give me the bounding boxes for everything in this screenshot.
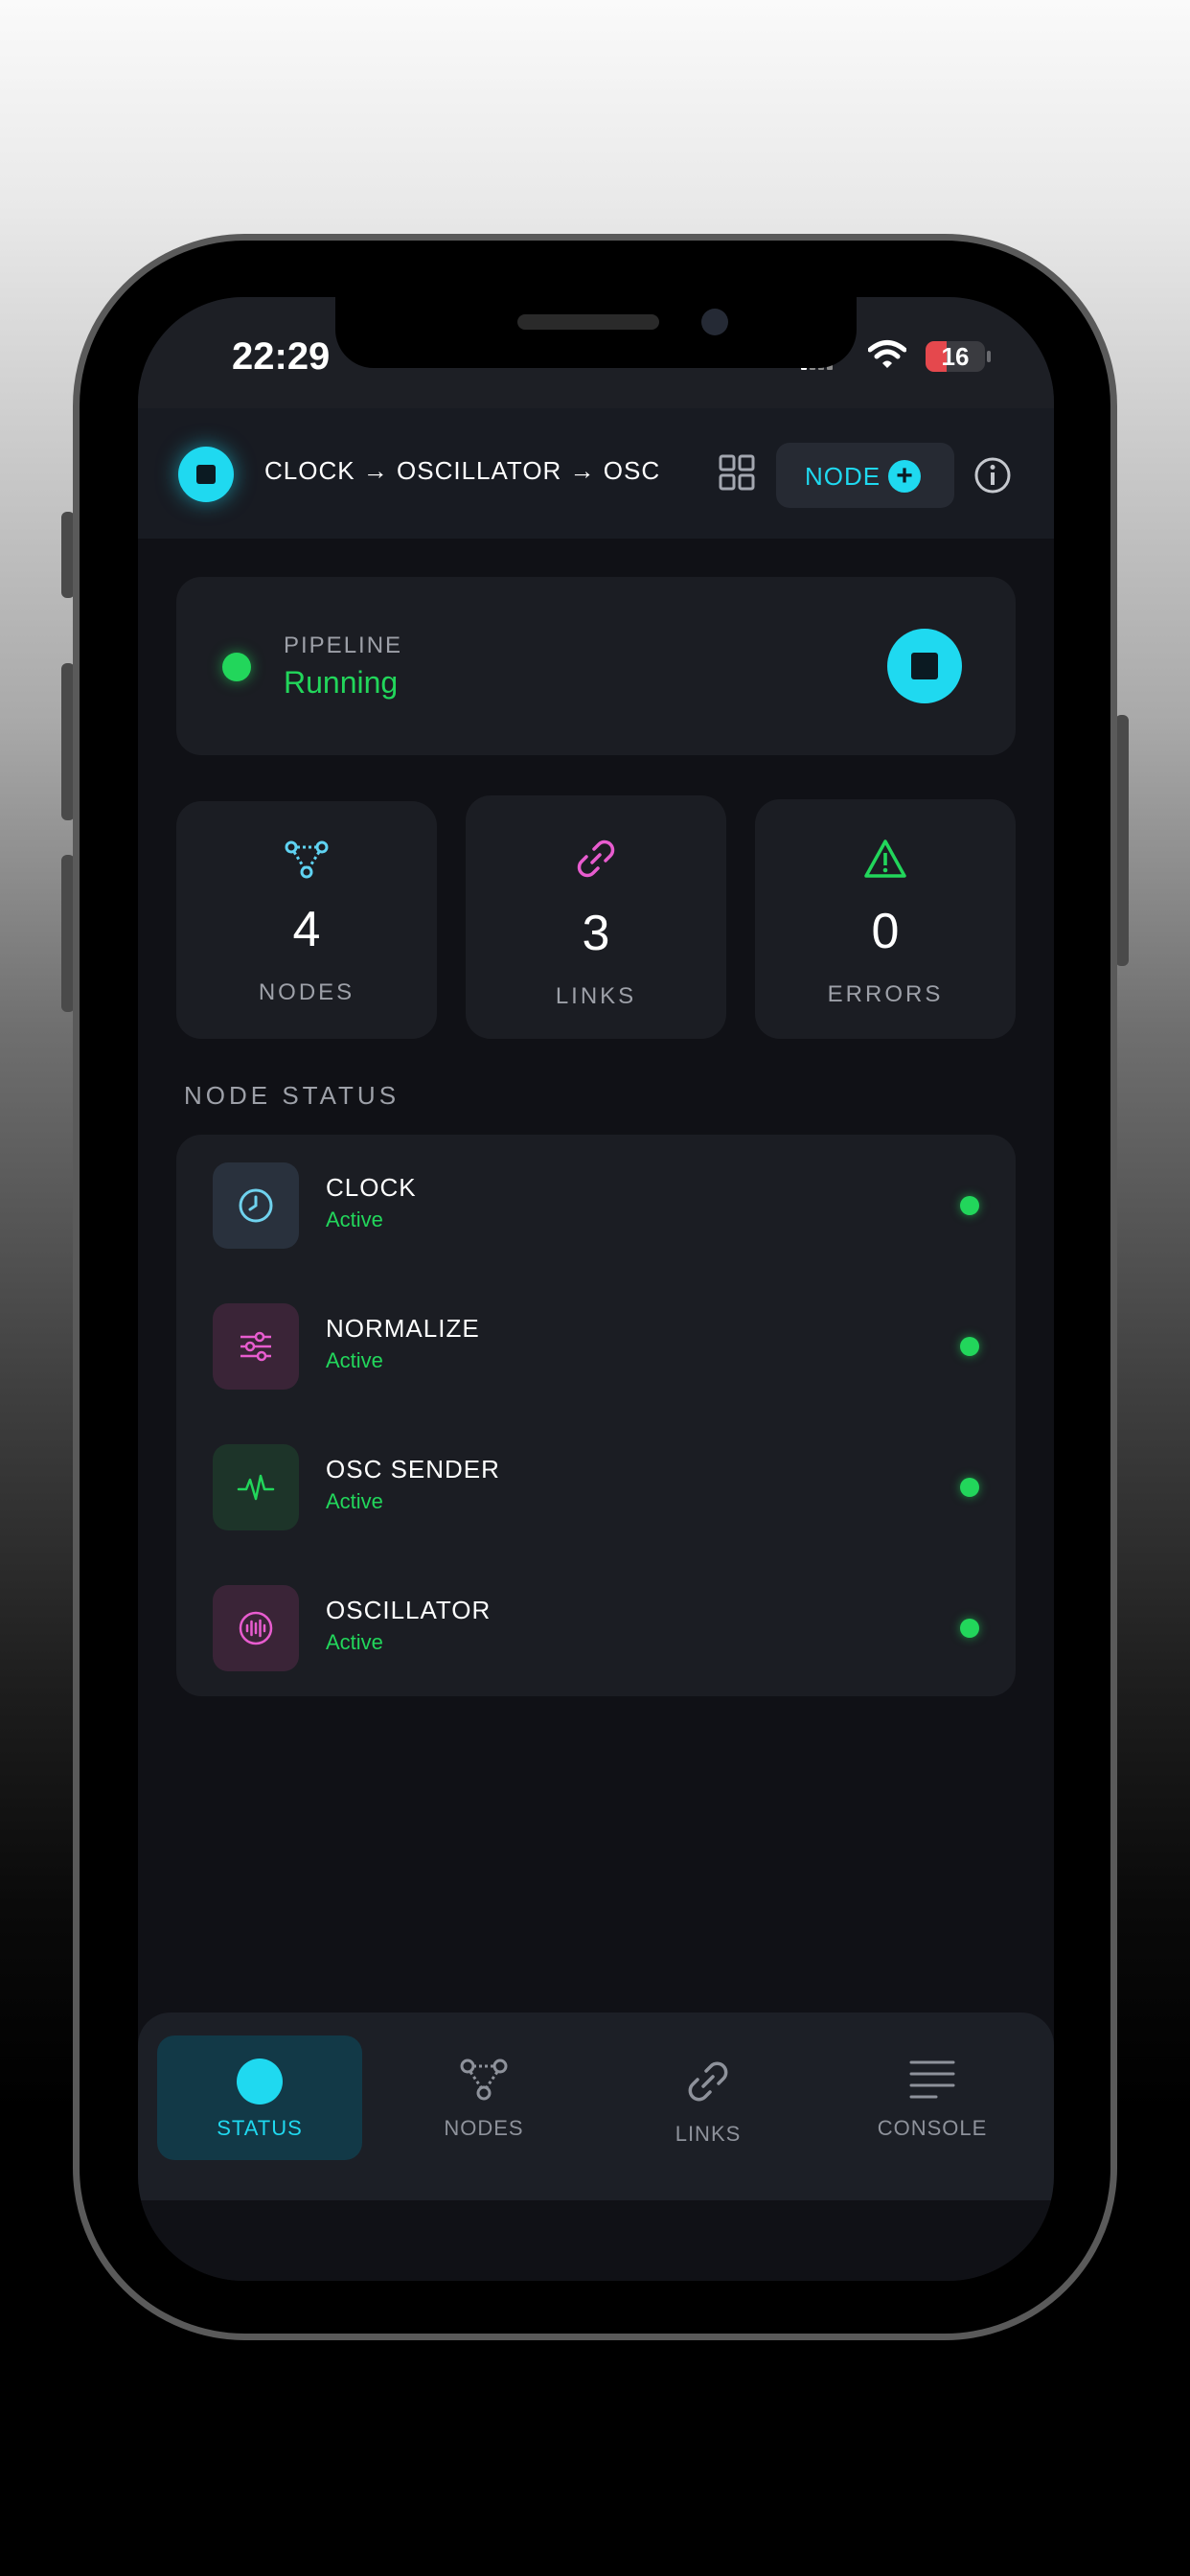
nodes-icon <box>285 840 329 879</box>
node-status-dot <box>960 1196 979 1215</box>
node-state: Active <box>326 1348 383 1372</box>
power-button <box>1115 715 1129 966</box>
front-camera <box>701 309 728 335</box>
battery-indicator: 16 <box>926 341 985 372</box>
waveform-icon <box>239 1611 273 1645</box>
pipeline-title: CLOCK → OSCILLATOR → OSC <box>264 456 661 485</box>
status-dot-icon <box>237 2058 283 2104</box>
node-icon-box <box>213 1303 299 1390</box>
notch <box>335 297 857 368</box>
stat-value: 0 <box>871 904 900 959</box>
stop-icon <box>196 465 216 484</box>
tab-nodes[interactable]: NODES <box>381 2036 586 2160</box>
info-icon[interactable] <box>973 456 1012 494</box>
plus-icon: + <box>888 460 921 493</box>
stat-label: ERRORS <box>827 981 944 1007</box>
add-node-button[interactable]: NODE + <box>776 443 954 508</box>
bottom-tab-bar: STATUS NODES LINKS CONSOLE <box>138 2012 1054 2200</box>
tab-label: NODES <box>444 2116 524 2140</box>
nodes-icon <box>460 2058 508 2101</box>
menu-lines-icon <box>909 2060 955 2099</box>
tab-console[interactable]: CONSOLE <box>830 2036 1035 2160</box>
node-status-dot <box>960 1337 979 1356</box>
app-header: CLOCK → OSCILLATOR → OSC NODE + <box>138 408 1054 539</box>
node-status-dot <box>960 1619 979 1638</box>
sliders-icon <box>240 1331 271 1362</box>
add-node-label: NODE <box>805 462 881 491</box>
status-bar: 22:29 16 <box>138 297 1054 408</box>
earpiece-speaker <box>517 314 659 330</box>
pipeline-status: Running <box>284 665 399 700</box>
home-indicator-area <box>138 2200 1054 2281</box>
node-name: NORMALIZE <box>326 1314 480 1343</box>
node-row-oscillator[interactable]: OSCILLATOR Active <box>176 1557 1016 1698</box>
stop-icon <box>911 653 938 679</box>
node-status-dot <box>960 1478 979 1497</box>
node-name: OSC SENDER <box>326 1455 500 1484</box>
node-icon-box <box>213 1585 299 1671</box>
node-status-list: CLOCK Active NORMALIZE Active OSC SENDER… <box>176 1135 1016 1696</box>
pipeline-card: PIPELINE Running <box>176 577 1016 755</box>
wifi-icon <box>868 340 906 368</box>
stat-value: 4 <box>292 902 321 957</box>
warning-icon <box>864 840 906 878</box>
link-icon <box>688 2061 728 2102</box>
pipeline-status-dot <box>222 653 251 681</box>
node-state: Active <box>326 1630 383 1654</box>
grid-view-icon[interactable] <box>717 452 757 493</box>
tab-status[interactable]: STATUS <box>157 2036 362 2160</box>
node-icon-box <box>213 1162 299 1249</box>
stat-value: 3 <box>582 906 610 961</box>
status-time: 22:29 <box>232 335 331 378</box>
tab-label: LINKS <box>675 2122 742 2146</box>
node-row-normalize[interactable]: NORMALIZE Active <box>176 1276 1016 1416</box>
battery-level: 16 <box>941 342 970 371</box>
stat-card-links: 3 LINKS <box>466 795 726 1039</box>
node-state: Active <box>326 1208 383 1231</box>
node-state: Active <box>326 1489 383 1513</box>
stat-card-errors: 0 ERRORS <box>755 799 1016 1039</box>
stat-label: NODES <box>258 979 355 1005</box>
node-status-title: NODE STATUS <box>184 1081 400 1110</box>
tab-links[interactable]: LINKS <box>606 2036 811 2160</box>
tab-label: STATUS <box>217 2116 303 2140</box>
link-icon <box>577 840 615 878</box>
node-row-osc-sender[interactable]: OSC SENDER Active <box>176 1416 1016 1557</box>
node-row-clock[interactable]: CLOCK Active <box>176 1135 1016 1276</box>
tab-label: CONSOLE <box>877 2116 988 2140</box>
pulse-icon <box>237 1474 275 1501</box>
battery-tip <box>987 351 991 362</box>
phone-screen: 22:29 16 CLOCK → OSCILLATOR → OSC NODE +… <box>138 297 1054 2281</box>
stat-label: LINKS <box>555 983 637 1009</box>
node-icon-box <box>213 1444 299 1530</box>
pipeline-label: PIPELINE <box>284 632 403 658</box>
node-name: CLOCK <box>326 1173 417 1202</box>
pipeline-stop-button[interactable] <box>887 629 962 703</box>
stat-card-nodes: 4 NODES <box>176 801 437 1039</box>
node-name: OSCILLATOR <box>326 1596 492 1624</box>
clock-icon <box>239 1188 273 1223</box>
header-stop-button[interactable] <box>178 447 234 502</box>
